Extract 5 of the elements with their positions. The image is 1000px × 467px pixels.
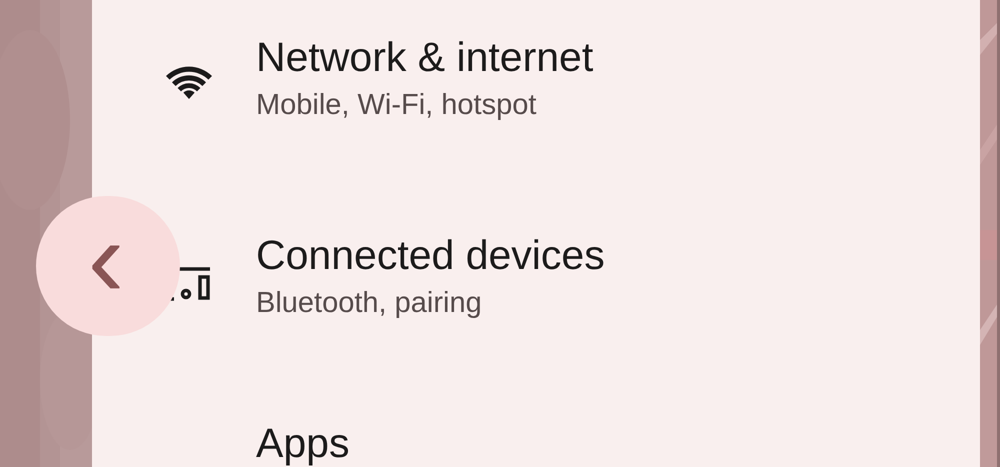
- setting-title[interactable]: Apps: [256, 420, 350, 466]
- setting-subtitle: Mobile, Wi-Fi, hotspot: [256, 88, 538, 123]
- setting-title[interactable]: Network & internet: [256, 34, 594, 80]
- setting-title[interactable]: Connected devices: [256, 232, 605, 278]
- setting-subtitle: Bluetooth, pairing: [256, 286, 483, 321]
